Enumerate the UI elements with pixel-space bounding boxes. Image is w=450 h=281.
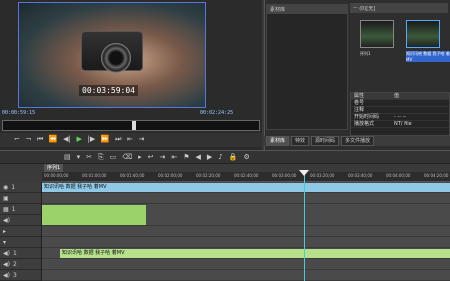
prop-value: NT/ file bbox=[394, 121, 412, 127]
track-head-a3[interactable]: ◀) 3 bbox=[0, 270, 41, 281]
prop-value: - -- -- bbox=[394, 114, 407, 120]
ruler-tick: 00:03:20;00 bbox=[310, 173, 335, 178]
track-head[interactable]: ◀) bbox=[0, 215, 41, 226]
film-icon[interactable]: ▦ bbox=[3, 206, 9, 213]
fast-forward-button[interactable]: ⏩ bbox=[101, 133, 110, 146]
timecode-overlay: 00:03:59:04 bbox=[79, 85, 138, 96]
track-number: 1 bbox=[12, 249, 17, 257]
track-lane[interactable] bbox=[42, 193, 450, 204]
track-lane[interactable] bbox=[42, 259, 450, 270]
speaker-icon[interactable]: ◀) bbox=[3, 261, 10, 268]
track-number: 2 bbox=[12, 260, 17, 268]
track-head-a2[interactable]: ◀) 2 bbox=[0, 259, 41, 270]
step-back-button[interactable]: ◀| bbox=[63, 133, 71, 146]
expand-icon[interactable]: ▸ bbox=[3, 228, 6, 235]
speaker-icon[interactable]: ◀) bbox=[3, 217, 10, 224]
prop-key: 开始时间码 bbox=[354, 114, 380, 120]
track-head-v1[interactable]: ◉ 1 bbox=[0, 182, 41, 193]
prop-key: 播放格式 bbox=[354, 121, 375, 127]
track-number: 1 bbox=[11, 205, 16, 213]
sequence-tab[interactable]: 序列1 bbox=[44, 164, 64, 172]
goto-start-button[interactable]: ⏮ bbox=[37, 133, 43, 146]
lens-image bbox=[101, 43, 131, 73]
ruler-tick: 00:01:00;00 bbox=[82, 173, 107, 178]
bin-tabs: 素材库 特效 源时间码 多文件播放 bbox=[264, 136, 450, 146]
track-lane[interactable] bbox=[42, 226, 450, 237]
step-forward-button[interactable]: |▶ bbox=[87, 133, 95, 146]
track-lane[interactable]: 知识讯哈 数据 我子哈 着MV bbox=[42, 182, 450, 193]
track-lane[interactable] bbox=[42, 237, 450, 248]
ruler-tick: 00:03:40;00 bbox=[348, 173, 373, 178]
tc-in: 00:00:59:15 bbox=[2, 110, 36, 116]
clip-label: 知识讯哈 数据 我子哈 着MV bbox=[406, 51, 450, 62]
track-head-va[interactable]: ▦ 1 bbox=[0, 204, 41, 215]
timeline-toolbar: ▤▾✂⎘▭⌫▸↩⇥⇤⚑◀▶♪🔒⚙ bbox=[0, 150, 450, 164]
bin-tree-title: 素材库 bbox=[267, 5, 347, 14]
audio-clip[interactable]: 知识讯哈 数据 我子哈 着MV bbox=[60, 249, 450, 258]
rewind-button[interactable]: ⏪ bbox=[49, 133, 58, 146]
fx-icon[interactable]: ▾ bbox=[3, 239, 6, 246]
bin-tree[interactable]: 素材库 bbox=[266, 4, 348, 130]
speaker-icon[interactable]: ◀) bbox=[3, 272, 10, 279]
track-number: 1 bbox=[11, 183, 16, 191]
timeline-tracks[interactable]: 知识讯哈 数据 我子哈 着MV 知识讯哈 数据 我子哈 着MV bbox=[42, 182, 450, 281]
track-lane[interactable] bbox=[42, 204, 450, 226]
prop-value: 值 bbox=[394, 93, 400, 99]
tab-multi-play[interactable]: 多文件播放 bbox=[341, 136, 375, 146]
timeline-ruler[interactable]: 00:00:00;00 00:01:00;00 00:01:40;00 00:0… bbox=[42, 172, 450, 182]
tab-source-tc[interactable]: 源时间码 bbox=[311, 136, 340, 146]
ruler-tick: 00:04:20;00 bbox=[424, 173, 449, 178]
tab-effects[interactable]: 特效 bbox=[291, 136, 310, 146]
track-head-a1[interactable]: ◀) 1 bbox=[0, 248, 41, 259]
lock-icon[interactable]: ▣ bbox=[3, 195, 9, 202]
video-clip-thumb[interactable] bbox=[42, 205, 146, 225]
track-head[interactable]: ▾ bbox=[0, 237, 41, 248]
video-preview: 00:03:59:04 bbox=[18, 2, 206, 108]
clip-thumbnail bbox=[406, 20, 440, 48]
tc-out: 00:02:24:25 bbox=[200, 110, 234, 116]
tab-bin[interactable]: 素材库 bbox=[266, 136, 290, 146]
eye-icon[interactable]: ◉ bbox=[3, 184, 8, 191]
mark-out-button[interactable]: ¬ bbox=[25, 133, 31, 146]
sequence-tab-bar: 序列1 bbox=[0, 164, 450, 172]
timeline-tool-icons[interactable]: ▤▾✂⎘▭⌫▸↩⇥⇤⚑◀▶♪🔒⚙ bbox=[0, 151, 450, 162]
ruler-tick: 00:01:40;00 bbox=[120, 173, 145, 178]
goto-end-button[interactable]: ⏭ bbox=[115, 133, 121, 146]
speaker-icon[interactable]: ◀) bbox=[3, 250, 10, 257]
ruler-tick: 00:03:00;00 bbox=[272, 173, 297, 178]
play-button[interactable]: ▶ bbox=[77, 133, 82, 146]
insert-button[interactable]: ⇤ bbox=[127, 133, 133, 146]
playhead[interactable] bbox=[304, 172, 305, 281]
transport-controls: ⌐ ¬ ⏮ ⏪ ◀| ▶ |▶ ⏩ ⏭ ⇤ ⇥ bbox=[0, 133, 262, 147]
prop-key: 卷号 bbox=[354, 100, 365, 106]
properties-panel: 属性 值 卷号 注释 开始时间码 - -- -- 播放格式 NT/ file bbox=[350, 92, 450, 136]
prop-key: 注释 bbox=[354, 107, 365, 113]
track-head[interactable]: ▸ bbox=[0, 226, 41, 237]
bin-clip-1[interactable]: 序列1 bbox=[360, 20, 394, 57]
mark-in-button[interactable]: ⌐ bbox=[14, 133, 20, 146]
track-headers: ◉ 1 ▣ ▦ 1 ◀) ▸ ▾ ◀) 1 ◀) 2 ◀) 3 bbox=[0, 182, 42, 281]
video-clip[interactable]: 知识讯哈 数据 我子哈 着MV bbox=[42, 183, 450, 192]
clip-label: 序列1 bbox=[360, 51, 371, 56]
bin-folder-bar: ㅡ (0)[无] bbox=[350, 3, 448, 13]
clip-thumbnail bbox=[360, 20, 394, 48]
track-lane[interactable] bbox=[42, 270, 450, 281]
ruler-tick: 00:04:00;00 bbox=[386, 173, 411, 178]
ruler-tick: 00:02:40;00 bbox=[234, 173, 259, 178]
ruler-tick: 00:02:20;00 bbox=[196, 173, 221, 178]
ruler-tick: 00:02:00;00 bbox=[158, 173, 183, 178]
prop-key: 属性 bbox=[354, 93, 365, 99]
track-head[interactable]: ▣ bbox=[0, 193, 41, 204]
ruler-tick: 00:00:00;00 bbox=[44, 173, 69, 178]
track-lane[interactable]: 知识讯哈 数据 我子哈 着MV bbox=[42, 248, 450, 259]
scrub-bar[interactable] bbox=[2, 120, 260, 131]
scrub-handle[interactable] bbox=[132, 121, 136, 130]
track-number: 3 bbox=[12, 271, 17, 279]
bin-clip-2[interactable]: 知识讯哈 数据 我子哈 着MV bbox=[406, 20, 450, 62]
overwrite-button[interactable]: ⇥ bbox=[139, 133, 145, 146]
